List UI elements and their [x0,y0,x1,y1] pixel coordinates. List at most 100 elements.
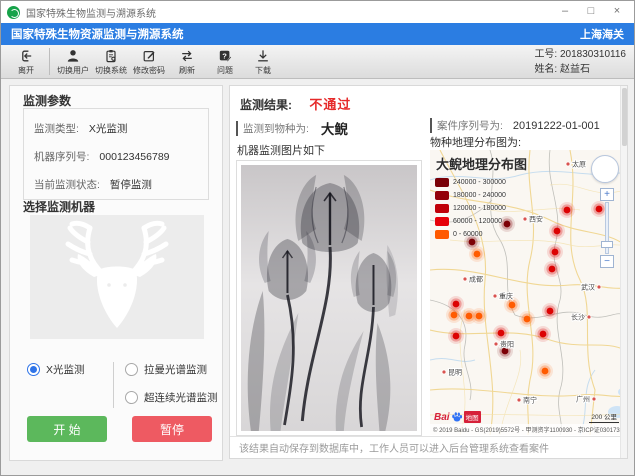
svg-text:西安: 西安 [529,215,543,224]
baidu-map-badge: 地图 [464,411,481,423]
legend-swatch [435,217,449,226]
species-value: 大鲵 [321,118,348,138]
svg-text:长沙: 长沙 [571,313,585,322]
monitor-type-value: X光监测 [89,123,128,135]
params-title: 监测参数 [23,92,71,109]
close-button[interactable]: × [606,4,628,20]
download-icon [255,48,271,64]
refresh-icon [179,48,195,64]
question-icon: ? [217,48,233,64]
user-info: 工号: 201830310116 姓名: 赵益石 [534,47,626,77]
radio-divider [113,362,114,408]
download-button[interactable]: 下载 [244,45,282,78]
refresh-button[interactable]: 刷新 [168,45,206,78]
species-label: 监测到物种为: [236,121,309,136]
result-value: 不通过 [309,97,351,112]
map-title: 大鲵地理分布图 [436,154,527,173]
map-attribution: © 2019 Baidu - GS(2019)5572号 - 甲测资字11009… [430,424,625,435]
status-value: 暂停监测 [110,179,152,191]
distribution-map-label: 物种地理分布图为: [430,134,521,150]
panel-scrollbar[interactable] [620,86,627,458]
toolbar: 离开 切换用户 切换系统 修改密码 刷新 ? 问题 下载 工号: 2018303… [1,45,634,79]
svg-text:重庆: 重庆 [499,292,513,301]
result-row: 监测结果: 不通过 [240,94,351,113]
app-header: 国家特殊生物资源监测与溯源系统 上海海关 [1,23,634,45]
legend-swatch [435,230,449,239]
maximize-button[interactable]: □ [580,4,602,20]
svg-text:广州: 广州 [576,395,590,404]
result-footer-note: 该结果自动保存到数据库中，工作人员可以进入后台管理系统查看案件 [230,436,627,458]
map-scale: 200 公里 [589,411,619,423]
machine-select-title: 选择监测机器 [23,198,95,215]
baidu-paw-icon [451,411,463,423]
radio-raman-dot[interactable] [125,363,138,376]
window-title: 国家特殊生物监测与溯源系统 [26,5,554,20]
machine-image-label: 机器监测图片如下 [237,142,325,158]
radio-supercontinuum-dot[interactable] [125,391,138,404]
map-legend: 240000 - 300000 180000 - 240000 120000 -… [435,176,506,241]
map-zoom-control: + − [600,188,614,269]
switch-system-icon [103,48,119,64]
zoom-slider-handle[interactable] [601,241,613,248]
app-window: 国家特殊生物监测与溯源系统 – □ × 国家特殊生物资源监测与溯源系统 上海海关… [0,0,635,476]
zoom-out-button[interactable]: − [600,255,614,268]
radio-raman[interactable]: 拉曼光谱监测 [125,362,207,377]
pause-button[interactable]: 暂停 [132,416,212,442]
radio-raman-label: 拉曼光谱监测 [144,362,207,377]
radio-xray-label: X光监测 [46,362,85,377]
species-row: 监测到物种为: 大鲵 [236,118,348,138]
app-icon [7,6,20,19]
switch-system-button[interactable]: 切换系统 [92,45,130,78]
case-number: 20191222-01-001 [513,120,600,132]
result-panel: 监测结果: 不通过 监测到物种为: 大鲵 案件序列号为: 20191222-01… [229,85,628,459]
switch-user-icon [65,48,81,64]
xray-tulips [241,165,417,431]
result-label: 监测结果: [240,98,292,112]
monitor-type-label: 监测类型: [34,123,79,135]
legend-swatch [435,178,449,187]
minimize-button[interactable]: – [554,4,576,20]
radio-supercontinuum[interactable]: 超连续光谱监测 [125,390,218,405]
switch-user-button[interactable]: 切换用户 [54,45,92,78]
zoom-slider[interactable] [605,202,609,254]
employee-name: 赵益石 [560,64,590,75]
toolbar-separator [49,48,50,75]
case-row: 案件序列号为: 20191222-01-001 [430,118,600,133]
svg-text:昆明: 昆明 [448,369,462,377]
map-compass-control[interactable] [591,155,619,183]
start-button[interactable]: 开 始 [27,416,107,442]
svg-text:成都: 成都 [469,275,483,284]
change-password-button[interactable]: 修改密码 [130,45,168,78]
exit-button[interactable]: 离开 [7,45,45,78]
deer-icon [30,215,204,339]
org-name: 上海海关 [580,26,624,42]
question-button[interactable]: ? 问题 [206,45,244,78]
employee-name-label: 姓名: [534,64,557,75]
scrollbar-thumb[interactable] [622,88,627,146]
baidu-logo: Bai 地图 [434,411,481,423]
status-label: 当前监测状态: [34,179,100,191]
svg-text:武汉: 武汉 [581,283,595,292]
distribution-map[interactable]: 太原西安成都重庆 武汉长沙贵阳昆明南宁 广州 大鲵地理分布图 240000 - 30… [430,150,625,435]
baidu-wordmark: Bai [434,412,450,423]
serial-label: 机器序列号: [34,151,89,163]
radio-xray[interactable]: X光监测 [27,362,85,377]
zoom-in-button[interactable]: + [600,188,614,201]
svg-text:贵阳: 贵阳 [500,340,514,349]
radio-supercontinuum-label: 超连续光谱监测 [144,390,218,405]
svg-text:太原: 太原 [572,160,586,169]
serial-value: 000123456789 [99,151,169,163]
params-box: 监测类型: X光监测 机器序列号: 000123456789 当前监测状态: 暂停监测 [23,108,209,200]
xray-image [236,160,422,436]
exit-icon [18,48,34,64]
monitor-params-panel: 监测参数 监测类型: X光监测 机器序列号: 000123456789 当前监测状态… [9,85,223,461]
deer-image [30,215,204,339]
change-password-icon [141,48,157,64]
svg-text:南宁: 南宁 [523,396,537,405]
titlebar: 国家特殊生物监测与溯源系统 – □ × [1,1,634,23]
employee-id-label: 工号: [534,49,557,60]
legend-swatch [435,191,449,200]
radio-xray-dot[interactable] [27,363,40,376]
case-label: 案件序列号为: [430,118,503,133]
employee-id: 201830310116 [560,49,626,60]
